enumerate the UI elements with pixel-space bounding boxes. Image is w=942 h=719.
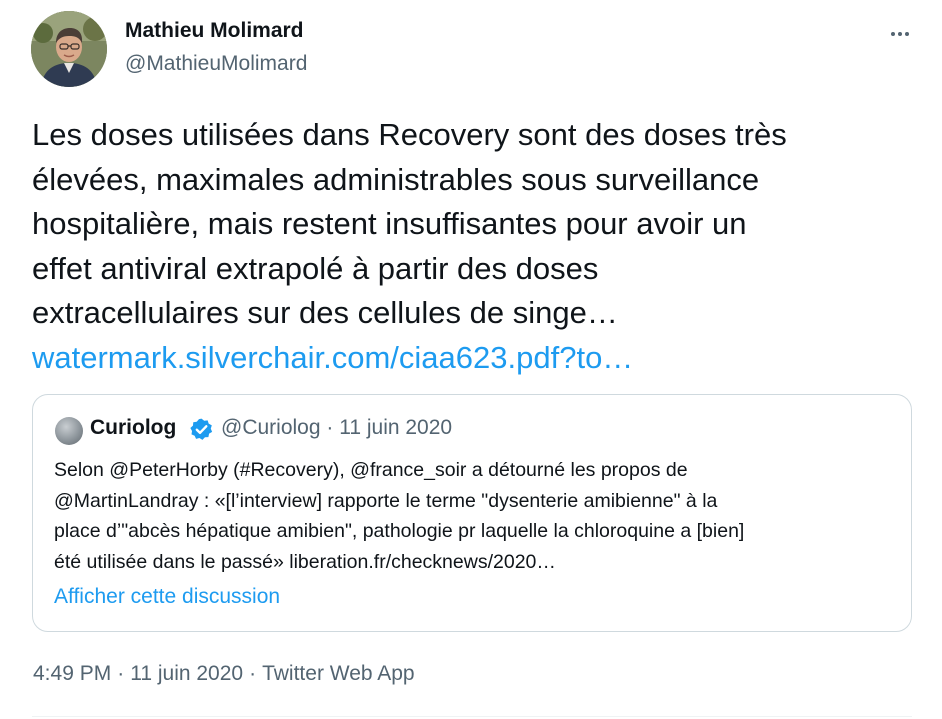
tweet-text-line: hospitalière, mais restent insuffisantes…: [32, 206, 747, 241]
footer-separator: ·: [117, 662, 125, 685]
tweet-text-line: élevées, maximales administrables sous s…: [32, 161, 760, 197]
quoted-date[interactable]: 11 juin 2020: [339, 416, 452, 439]
tweet-source[interactable]: Twitter Web App: [262, 662, 415, 685]
quoted-author-handle[interactable]: @Curiolog: [221, 416, 321, 439]
quoted-author-avatar[interactable]: [55, 417, 83, 445]
quoted-text-line: place d’"abcès hépatique amibien", patho…: [54, 520, 745, 542]
quoted-author-name[interactable]: Curiolog: [90, 416, 176, 440]
tweet-container: Mathieu Molimard @MathieuMolimard Les do…: [0, 0, 942, 719]
meta-separator: ·: [326, 416, 334, 439]
ellipsis-icon: [891, 32, 909, 36]
tweet-text-line: Les doses utilisées dans Recovery sont d…: [32, 117, 787, 152]
tweet-text-line: extracellulaires sur des cellules de sin…: [32, 295, 618, 330]
verified-badge-icon: [190, 418, 213, 440]
more-options-button[interactable]: [880, 18, 920, 50]
footer-separator: ·: [249, 662, 257, 685]
author-avatar[interactable]: [31, 11, 107, 87]
tweet-footer: 4:49 PM · 11 juin 2020 · Twitter Web App: [33, 662, 415, 686]
quoted-text-line: été utilisée dans le passé» liberation.f…: [54, 550, 556, 573]
divider: [32, 716, 912, 717]
tweet-text-line: effet antiviral extrapolé à partir des d…: [32, 250, 599, 286]
tweet-text: Les doses utilisées dans Recovery sont d…: [32, 113, 912, 380]
quoted-tweet-card[interactable]: Curiolog @Curiolog · 11 juin 2020 Selon …: [32, 394, 912, 632]
quoted-meta: @Curiolog · 11 juin 2020: [221, 416, 452, 440]
profile-photo: [31, 11, 107, 87]
tweet-external-link[interactable]: watermark.silverchair.com/ciaa623.pdf?to…: [32, 340, 633, 375]
quoted-text-line: Selon @PeterHorby (#Recovery), @france_s…: [54, 459, 688, 481]
tweet-date[interactable]: 11 juin 2020: [130, 662, 243, 685]
tweet-time[interactable]: 4:49 PM: [33, 662, 111, 685]
quoted-tweet-text: Selon @PeterHorby (#Recovery), @france_s…: [54, 455, 899, 577]
quoted-text-line: @MartinLandray : «[l’interview] rapporte…: [54, 489, 718, 512]
show-thread-link[interactable]: Afficher cette discussion: [54, 585, 280, 609]
author-name[interactable]: Mathieu Molimard: [125, 19, 304, 43]
author-handle[interactable]: @MathieuMolimard: [125, 52, 307, 76]
